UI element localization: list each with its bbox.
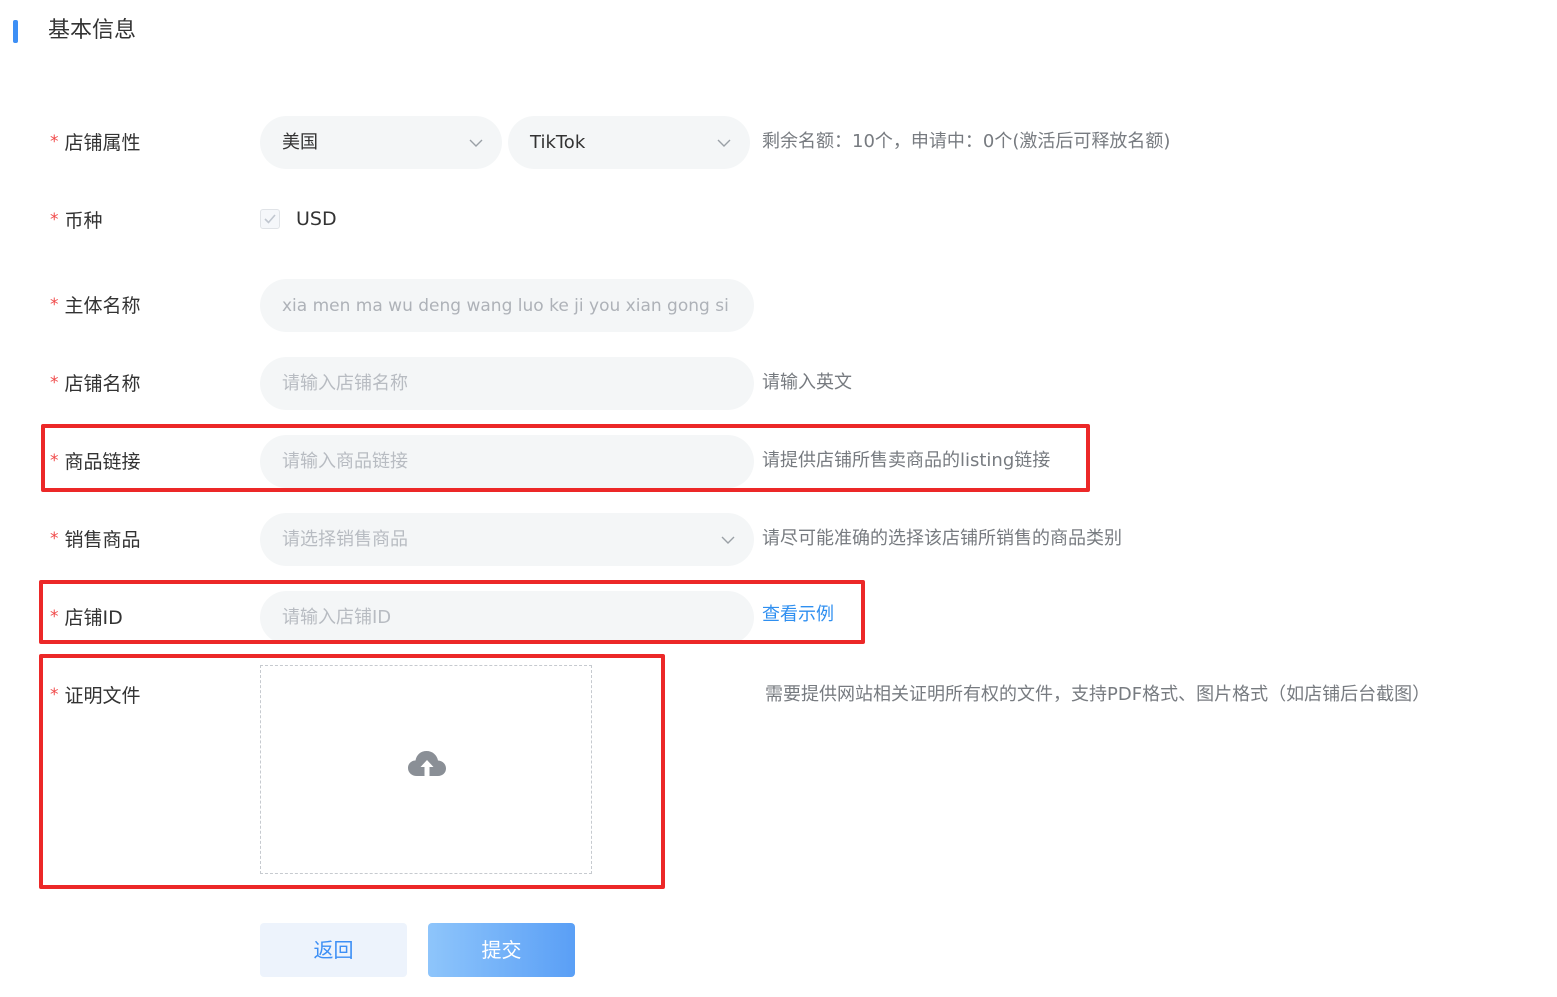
entity-name-value: xia men ma wu deng wang luo ke ji you xi… bbox=[282, 296, 729, 316]
submit-button[interactable]: 提交 bbox=[428, 923, 575, 977]
sales-goods-hint: 请尽可能准确的选择该店铺所销售的商品类别 bbox=[762, 528, 1122, 549]
store-id-placeholder: 请输入店铺ID bbox=[282, 607, 392, 628]
currency-option-label: USD bbox=[296, 208, 337, 230]
required-mark: * bbox=[50, 529, 59, 549]
product-link-input[interactable]: 请输入商品链接 bbox=[260, 435, 754, 488]
quota-hint: 剩余名额：10个，申请中：0个(激活后可释放名额) bbox=[762, 131, 1171, 152]
product-link-placeholder: 请输入商品链接 bbox=[282, 451, 408, 472]
currency-checkbox[interactable] bbox=[260, 209, 280, 229]
required-mark: * bbox=[50, 451, 59, 471]
store-name-label: * 店铺名称 bbox=[50, 373, 141, 395]
product-link-hint: 请提供店铺所售卖商品的listing链接 bbox=[762, 450, 1051, 471]
product-link-label: * 商品链接 bbox=[50, 451, 141, 473]
store-attr-label: * 店铺属性 bbox=[50, 132, 141, 154]
view-example-link[interactable]: 查看示例 bbox=[762, 600, 834, 630]
proof-file-upload[interactable] bbox=[260, 665, 592, 874]
store-id-input[interactable]: 请输入店铺ID bbox=[260, 591, 754, 644]
sales-goods-placeholder: 请选择销售商品 bbox=[282, 529, 408, 550]
sales-goods-label: * 销售商品 bbox=[50, 529, 141, 551]
store-id-label: * 店铺ID bbox=[50, 607, 123, 629]
section-title: 基本信息 bbox=[48, 18, 137, 43]
entity-name-input[interactable]: xia men ma wu deng wang luo ke ji you xi… bbox=[260, 279, 754, 332]
required-mark: * bbox=[50, 295, 59, 315]
platform-select[interactable]: TikTok bbox=[508, 116, 750, 169]
store-name-input[interactable]: 请输入店铺名称 bbox=[260, 357, 754, 410]
store-name-hint: 请输入英文 bbox=[762, 372, 852, 393]
required-mark: * bbox=[50, 607, 59, 627]
checkmark-icon bbox=[264, 214, 276, 224]
required-mark: * bbox=[50, 132, 59, 152]
platform-select-value: TikTok bbox=[530, 132, 586, 153]
country-select[interactable]: 美国 bbox=[260, 116, 502, 169]
cloud-upload-icon bbox=[408, 751, 446, 776]
proof-file-label: * 证明文件 bbox=[50, 685, 141, 707]
country-select-value: 美国 bbox=[282, 132, 318, 153]
chevron-down-icon bbox=[721, 536, 735, 544]
required-mark: * bbox=[50, 685, 59, 705]
entity-name-label: * 主体名称 bbox=[50, 295, 141, 317]
required-mark: * bbox=[50, 210, 59, 230]
chevron-down-icon bbox=[469, 139, 483, 147]
currency-label: * 币种 bbox=[50, 210, 103, 232]
section-accent-bar bbox=[13, 20, 18, 43]
required-mark: * bbox=[50, 373, 59, 393]
store-form-page: 基本信息 * 店铺属性 美国 TikTok 剩余名额：10个，申请中：0个(激活后… bbox=[0, 0, 1557, 997]
proof-file-hint: 需要提供网站相关证明所有权的文件，支持PDF格式、图片格式（如店铺后台截图） bbox=[765, 684, 1431, 705]
store-name-placeholder: 请输入店铺名称 bbox=[282, 373, 408, 394]
chevron-down-icon bbox=[717, 139, 731, 147]
back-button[interactable]: 返回 bbox=[260, 923, 407, 977]
sales-goods-select[interactable]: 请选择销售商品 bbox=[260, 513, 754, 566]
